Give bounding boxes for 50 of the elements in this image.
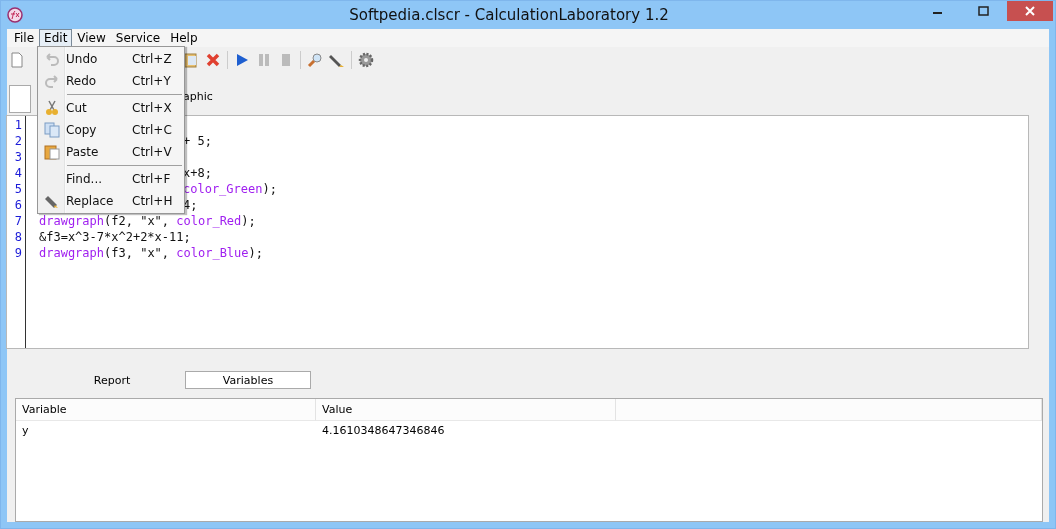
pen-icon [329,52,345,68]
redo-icon [44,73,60,89]
menu-item[interactable]: Help [165,29,203,47]
column-header: Variable [16,399,316,421]
menu-entry[interactable]: Copy Ctrl+C [38,119,184,141]
delete-icon [205,52,221,68]
maximize-icon [978,6,990,16]
line-number: 7 [13,214,23,230]
code-line: &f3=x^3-7*x^2+2*x-11; [39,230,191,244]
window-title: Softpedia.clscr - CalculationLaboratory 1.2 [348,6,670,24]
menu-entry[interactable]: Paste Ctrl+V [38,141,184,163]
line-number: 2 [13,134,23,150]
undo-icon [44,51,60,67]
scissors-icon [44,100,60,116]
close-icon [1024,6,1036,16]
line-number: 3 [13,150,23,166]
code-line: drawgraph(f3, "x", color_Blue); [39,246,263,260]
table-cell-text: y [21,423,30,439]
column-header: Value [316,399,616,421]
pen-icon [44,193,60,209]
menu-entry[interactable]: Undo Ctrl+Z [38,48,184,70]
function-logo-icon [7,7,23,23]
menu-entry[interactable]: Replace Ctrl+H [38,190,184,212]
close-button[interactable] [1007,1,1053,21]
tab[interactable]: Variables [185,371,311,389]
copy-icon [44,122,60,138]
line-number: 4 [13,166,23,182]
code-line: drawgraph(f2, "x", color_Red); [39,214,256,228]
line-number: 1 [13,118,23,134]
pause-icon [256,52,272,68]
input-field[interactable] [9,85,31,113]
menu-entry[interactable]: Redo Ctrl+Y [38,70,184,92]
code-line: color_Green); [183,182,277,196]
menu-item[interactable]: File [9,29,40,47]
gear-icon [358,52,374,68]
line-number: 5 [13,182,23,198]
play-icon [234,52,250,68]
menu-item[interactable]: View [72,29,111,47]
new-document-icon [9,52,25,68]
clipboard-icon [183,52,199,68]
line-number: 9 [13,246,23,262]
line-number: 8 [13,230,23,246]
tab[interactable]: Report [49,371,175,389]
clipboard-icon [44,144,60,160]
menu-item[interactable]: Service [110,29,166,47]
line-number: 6 [13,198,23,214]
menu-entry[interactable]: Find... Ctrl+F [38,168,184,190]
search-icon [307,52,323,68]
table-cell-text: 4.1610348647346846 [321,423,446,439]
menu-item[interactable]: Edit [39,29,73,47]
